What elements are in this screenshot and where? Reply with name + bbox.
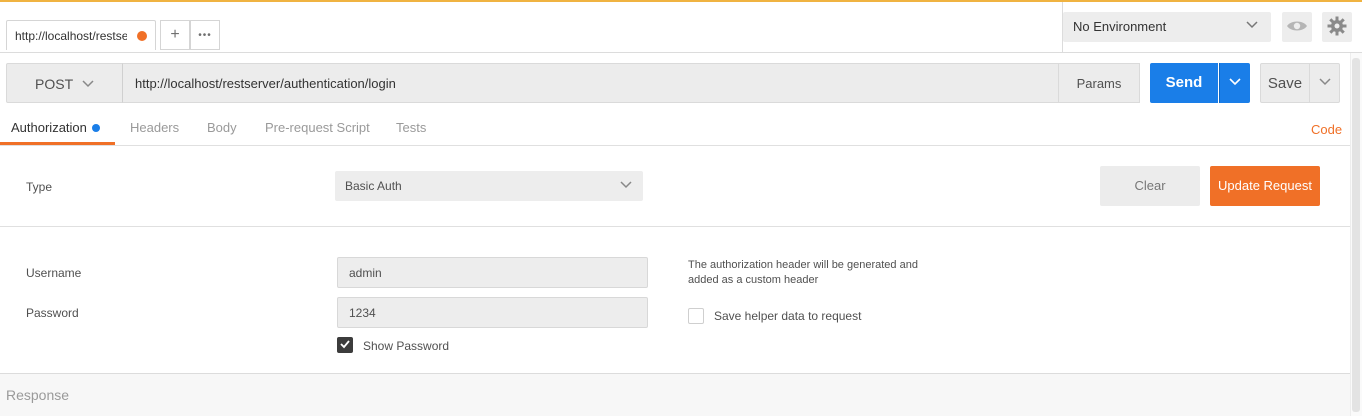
auth-type-select[interactable]: Basic Auth xyxy=(335,171,643,201)
save-helper-checkbox[interactable] xyxy=(688,308,704,324)
clear-button[interactable]: Clear xyxy=(1100,166,1200,206)
tab-bar xyxy=(0,2,1055,52)
method-value: POST xyxy=(35,76,74,92)
request-tab-title: http://localhost/restserver/authenticati… xyxy=(15,29,127,43)
gear-icon xyxy=(1327,16,1347,39)
save-helper-label[interactable]: Save helper data to request xyxy=(714,309,861,323)
save-options-button[interactable] xyxy=(1309,63,1340,103)
code-link[interactable]: Code xyxy=(1311,122,1342,137)
environment-quick-look-button[interactable] xyxy=(1282,12,1312,42)
username-value: admin xyxy=(349,266,382,280)
url-value: http://localhost/restserver/authenticati… xyxy=(135,76,396,91)
auth-info-line-2: added as a custom header xyxy=(688,274,819,286)
tab-tests[interactable]: Tests xyxy=(396,120,426,135)
plus-icon: + xyxy=(170,26,180,43)
show-password-checkbox[interactable] xyxy=(337,337,353,353)
url-input[interactable]: http://localhost/restserver/authenticati… xyxy=(122,63,1059,103)
tab-authorization[interactable]: Authorization xyxy=(11,120,87,135)
chevron-down-icon xyxy=(81,77,95,94)
unsaved-indicator-icon xyxy=(137,31,147,41)
update-request-button[interactable]: Update Request xyxy=(1210,166,1320,206)
show-password-label[interactable]: Show Password xyxy=(363,339,449,353)
checkmark-icon xyxy=(339,338,351,353)
auth-type-value: Basic Auth xyxy=(345,179,402,193)
send-label: Send xyxy=(1165,74,1203,91)
params-button[interactable]: Params xyxy=(1058,63,1140,103)
auth-info-line-1: The authorization header will be generat… xyxy=(688,259,918,271)
tab-options-button[interactable]: ••• xyxy=(190,20,220,50)
password-value: 1234 xyxy=(349,306,376,320)
method-select[interactable]: POST xyxy=(6,63,123,103)
save-label: Save xyxy=(1267,75,1303,92)
chevron-down-icon xyxy=(1245,18,1259,35)
request-tab[interactable]: http://localhost/restserver/authenticati… xyxy=(6,20,156,50)
tab-headers[interactable]: Headers xyxy=(130,120,179,135)
tab-strip-divider xyxy=(0,52,1362,53)
send-button[interactable]: Send xyxy=(1150,63,1218,103)
type-label: Type xyxy=(26,180,53,194)
response-label: Response xyxy=(6,387,70,403)
environment-select-value: No Environment xyxy=(1073,19,1167,34)
more-icon: ••• xyxy=(198,29,212,41)
username-field[interactable]: admin xyxy=(337,257,648,288)
chevron-down-icon xyxy=(619,178,633,195)
scrollbar-thumb[interactable] xyxy=(1352,58,1360,412)
password-label: Password xyxy=(26,306,79,320)
params-label: Params xyxy=(1076,76,1122,91)
environment-select[interactable]: No Environment xyxy=(1063,12,1271,42)
save-button[interactable]: Save xyxy=(1260,63,1310,103)
update-request-label: Update Request xyxy=(1218,178,1312,193)
tab-pre-request-script[interactable]: Pre-request Script xyxy=(265,120,370,135)
username-label: Username xyxy=(26,266,82,280)
eye-icon xyxy=(1286,19,1308,36)
section-divider xyxy=(0,226,1350,227)
chevron-down-icon xyxy=(1228,75,1242,92)
send-options-button[interactable] xyxy=(1219,63,1250,103)
authorization-active-dot-icon xyxy=(92,124,100,132)
password-field[interactable]: 1234 xyxy=(337,297,648,328)
new-tab-button[interactable]: + xyxy=(160,20,190,50)
tab-body[interactable]: Body xyxy=(207,120,237,135)
chevron-down-icon xyxy=(1318,75,1332,92)
settings-button[interactable] xyxy=(1322,12,1352,42)
tabs-divider xyxy=(0,145,1350,146)
response-panel: Response xyxy=(0,374,1350,416)
auth-info-text: The authorization header will be generat… xyxy=(688,258,938,288)
clear-label: Clear xyxy=(1134,178,1166,193)
